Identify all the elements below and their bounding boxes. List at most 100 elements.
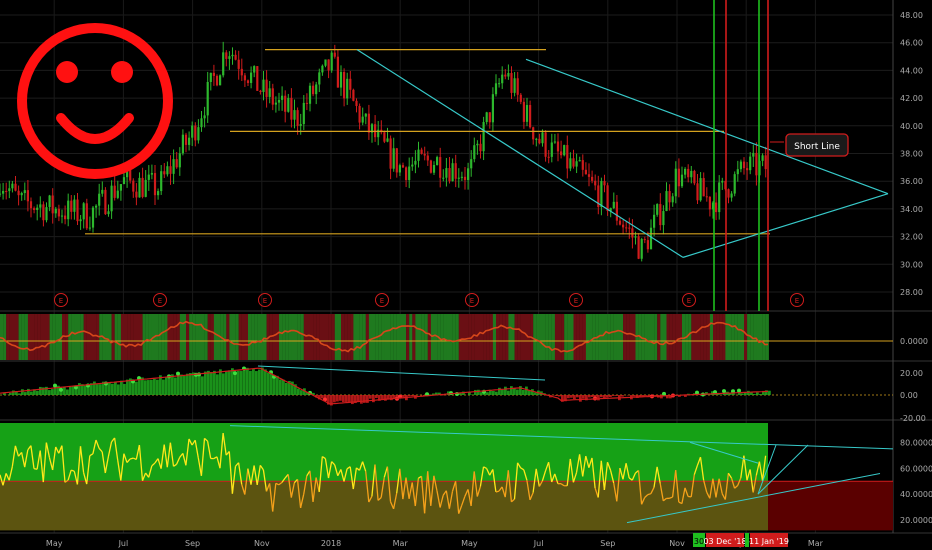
osc2-bar [768,390,771,395]
time-tick-label: Nov [669,539,685,548]
candle-body [237,59,240,69]
candle-body [88,227,91,229]
osc2-bar [252,369,255,395]
osc2-bar [213,370,216,395]
osc2-bar [516,389,519,395]
osc1-bar [331,314,335,360]
candle-body [560,151,563,156]
osc2-bar [321,395,324,399]
osc1-bar [341,314,345,360]
osc2-bar [276,375,279,395]
osc2-bar [126,379,129,395]
candle-body [643,239,646,241]
osc3-line-segment [129,457,134,460]
osc1-bar [675,314,679,360]
time-tick-label: Jul [118,539,129,548]
time-tick-label: Sep [600,539,615,548]
osc2-bar [21,389,24,395]
stock-chart: E E E E E E E E 48.00 46.00 44.00 42.00 40.00 38.00 3… [0,0,932,550]
candle-body [420,149,423,154]
osc2-dot [737,388,741,393]
price-tick-label: 34.00 [900,205,923,214]
candle-body [699,178,702,201]
osc2-tick-label: 20.00 [900,369,923,378]
osc2-bar [297,388,300,395]
osc1-bar [756,314,760,360]
osc1-bar [9,314,13,360]
osc2-bar [180,374,183,395]
osc2-dot [233,371,237,376]
osc2-bar [246,367,249,395]
osc1-bar [573,314,577,360]
candle-body [705,196,708,198]
osc1-bar [145,314,149,360]
candle-body [429,160,432,173]
candle-body [333,52,336,57]
osc3-upper-zone [0,423,768,482]
osc1-bar [21,314,25,360]
osc2-bar [228,370,231,395]
candle-body [104,189,107,215]
osc1-bar [198,314,202,360]
date-badge-jan: 11 Jan '19 [749,537,789,546]
osc2-bar [591,395,594,398]
osc2-bar [369,395,372,399]
osc1-bar [71,314,75,360]
osc2-bar [66,389,69,395]
osc1-bar [551,314,555,360]
osc2-bar [162,379,165,395]
osc1-bar [18,314,22,360]
candle-body [504,74,507,77]
candle-body [259,90,262,92]
candle-body [33,208,36,210]
candle-body [448,168,451,182]
osc1-bar [480,314,484,360]
candle-body [60,215,64,217]
osc2-bar [333,395,336,403]
osc2-bar [204,371,207,395]
osc3-line-segment [495,490,500,493]
osc2-bar [141,377,144,395]
osc2-bar [612,395,615,396]
candle-body [715,202,718,213]
earnings-marker-label: E [687,297,691,305]
candle-body [535,138,538,140]
osc1-bar [666,314,670,360]
candle-body [160,171,163,192]
osc1-bar [688,314,692,360]
osc2-bar [300,390,303,395]
price-tick-label: 42.00 [900,94,923,103]
osc3-tick-label: 60.0000 [900,464,932,473]
candle-body [594,180,597,186]
osc2-bar [375,395,378,399]
candle-body [553,141,556,143]
candle-body [587,174,591,177]
candle-body [256,66,259,91]
candle-body [209,72,212,82]
osc1-bar [672,314,676,360]
osc2-bar [39,386,42,395]
osc2-bar [267,372,270,395]
osc1-bar [424,314,428,360]
candle-body [327,59,330,71]
osc1-bar [548,314,552,360]
osc2-bar [477,389,480,395]
osc1-bar [139,314,143,360]
candle-body [622,224,625,228]
candle-body [138,177,141,198]
osc1-bar [607,314,611,360]
osc2-bar [48,390,51,395]
osc1-bar [561,314,565,360]
osc1-bar [430,314,435,360]
osc1-bar [542,314,546,360]
osc1-bar [409,314,413,360]
osc2-bar [237,370,240,395]
osc1-bar [468,314,472,360]
candle-body [315,84,318,95]
candle-body [287,97,290,112]
candle-body [736,169,739,175]
osc1-bar [651,314,655,360]
osc2-bar [750,392,753,395]
candle-body [225,52,228,59]
candle-body [129,169,132,181]
